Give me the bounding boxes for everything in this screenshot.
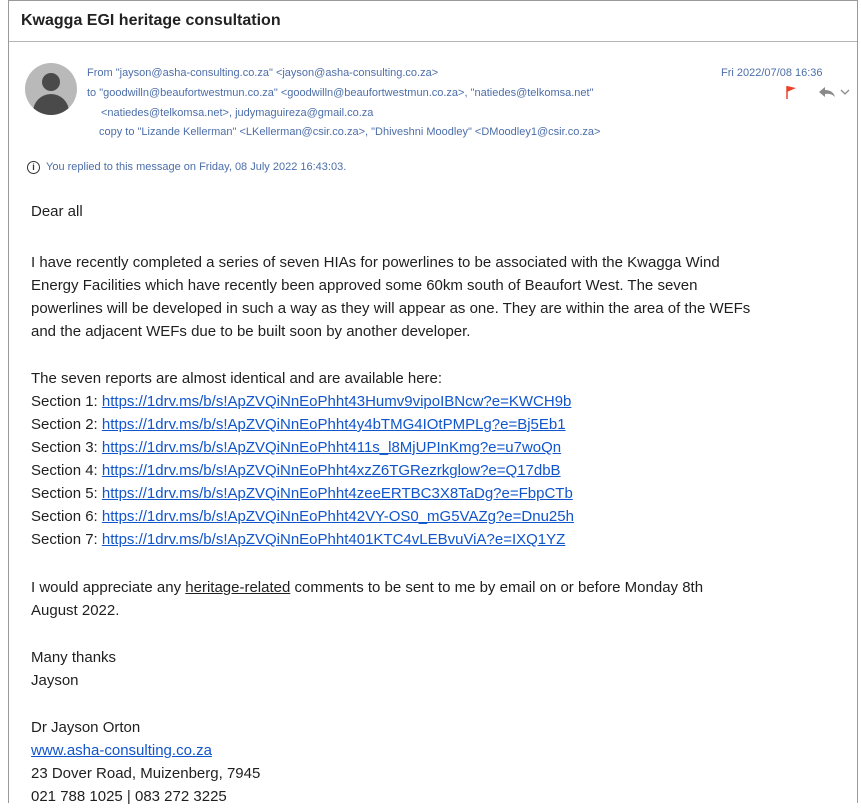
- closing-thanks: Many thanks: [31, 649, 117, 666]
- section-row: Section 3: https://1drv.ms/b/s!ApZVQiNnE…: [31, 436, 574, 459]
- to-line-continued[interactable]: <natiedes@telkomsa.net>, judymaguireza@g…: [101, 107, 373, 119]
- request-text: comments to be sent to me by email on or…: [290, 579, 704, 596]
- section-label: Section 1:: [31, 393, 102, 410]
- section-link[interactable]: https://1drv.ms/b/s!ApZVQiNnEoPhht4zeeER…: [102, 485, 573, 502]
- avatar-body: [33, 94, 69, 115]
- paragraph-line: powerlines will be developed in such a w…: [31, 300, 751, 317]
- section-label: Section 3:: [31, 439, 102, 456]
- flag-icon[interactable]: [785, 85, 797, 99]
- paragraph-line: I would appreciate any heritage-related …: [31, 576, 703, 599]
- section-row: Section 4: https://1drv.ms/b/s!ApZVQiNnE…: [31, 459, 574, 482]
- section-row: Section 6: https://1drv.ms/b/s!ApZVQiNnE…: [31, 505, 574, 528]
- signature-name: Dr Jayson Orton: [31, 719, 141, 736]
- signature: Dr Jayson Orton www.asha-consulting.co.z…: [31, 716, 260, 808]
- reports-intro-text: The seven reports are almost identical a…: [31, 370, 443, 387]
- request-underlined-text: heritage-related: [185, 579, 291, 596]
- signature-address: 23 Dover Road, Muizenberg, 7945: [31, 765, 261, 782]
- section-row: Section 7: https://1drv.ms/b/s!ApZVQiNnE…: [31, 528, 574, 551]
- paragraph-line: August 2022.: [31, 602, 120, 619]
- section-row: Section 1: https://1drv.ms/b/s!ApZVQiNnE…: [31, 390, 574, 413]
- copy-line[interactable]: copy to "Lizande Kellerman" <LKellerman@…: [99, 126, 600, 138]
- section-label: Section 5:: [31, 485, 102, 502]
- section-link[interactable]: https://1drv.ms/b/s!ApZVQiNnEoPhht401KTC…: [102, 531, 565, 548]
- section-link[interactable]: https://1drv.ms/b/s!ApZVQiNnEoPhht4xzZ6T…: [102, 462, 561, 479]
- email-window: Kwagga EGI heritage consultation From "j…: [8, 0, 858, 805]
- section-label: Section 6:: [31, 508, 102, 525]
- sender-avatar[interactable]: [25, 63, 77, 115]
- reply-arrow-icon[interactable]: [815, 85, 851, 99]
- section-label: Section 4:: [31, 462, 102, 479]
- signature-phone: 021 788 1025 | 083 272 3225: [31, 788, 227, 805]
- from-line[interactable]: From "jayson@asha-consulting.co.za" <jay…: [87, 67, 438, 79]
- paragraph-intro: I have recently completed a series of se…: [31, 251, 750, 343]
- divider: [9, 41, 857, 42]
- email-subject: Kwagga EGI heritage consultation: [21, 12, 281, 29]
- info-icon: i: [27, 161, 40, 174]
- avatar-head: [42, 73, 60, 91]
- section-links: Section 1: https://1drv.ms/b/s!ApZVQiNnE…: [31, 390, 574, 551]
- greeting: Dear all: [31, 200, 83, 223]
- section-label: Section 7:: [31, 531, 102, 548]
- section-link[interactable]: https://1drv.ms/b/s!ApZVQiNnEoPhht411s_l…: [102, 439, 561, 456]
- sent-date: Fri 2022/07/08 16:36: [721, 67, 823, 79]
- section-row: Section 2: https://1drv.ms/b/s!ApZVQiNnE…: [31, 413, 574, 436]
- greeting-text: Dear all: [31, 203, 83, 220]
- paragraph-line: I have recently completed a series of se…: [31, 254, 720, 271]
- signature-website-link[interactable]: www.asha-consulting.co.za: [31, 742, 212, 759]
- paragraph-request: I would appreciate any heritage-related …: [31, 576, 703, 622]
- to-line[interactable]: to "goodwilln@beaufortwestmun.co.za" <go…: [87, 87, 594, 99]
- replied-info-text: You replied to this message on Friday, 0…: [46, 161, 347, 173]
- section-link[interactable]: https://1drv.ms/b/s!ApZVQiNnEoPhht4y4bTM…: [102, 416, 566, 433]
- paragraph-line: and the adjacent WEFs due to be built so…: [31, 323, 471, 340]
- reports-intro: The seven reports are almost identical a…: [31, 367, 442, 390]
- section-label: Section 2:: [31, 416, 102, 433]
- replied-info-bar: i You replied to this message on Friday, …: [27, 161, 346, 174]
- paragraph-line: Energy Facilities which have recently be…: [31, 277, 698, 294]
- closing: Many thanks Jayson: [31, 646, 116, 692]
- section-link[interactable]: https://1drv.ms/b/s!ApZVQiNnEoPhht42VY-O…: [102, 508, 574, 525]
- section-row: Section 5: https://1drv.ms/b/s!ApZVQiNnE…: [31, 482, 574, 505]
- section-link[interactable]: https://1drv.ms/b/s!ApZVQiNnEoPhht43Humv…: [102, 393, 572, 410]
- closing-name: Jayson: [31, 672, 79, 689]
- request-text: I would appreciate any: [31, 579, 186, 596]
